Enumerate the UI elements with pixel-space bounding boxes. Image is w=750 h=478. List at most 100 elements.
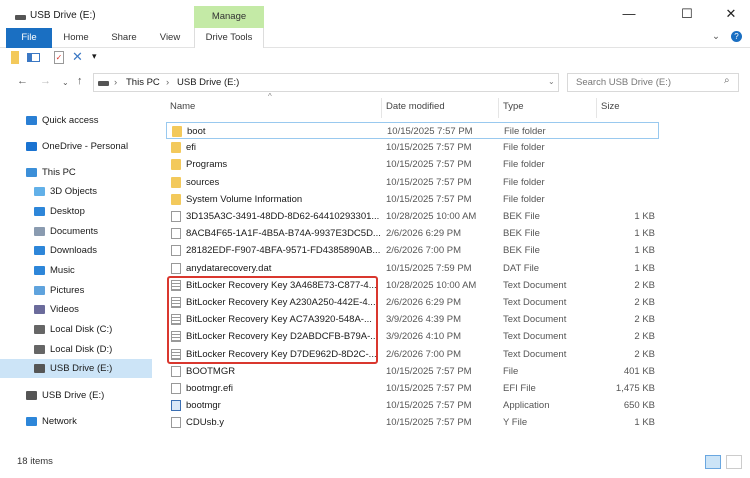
up-button[interactable]: ↑ bbox=[77, 75, 83, 87]
minimize-button[interactable]: — bbox=[614, 6, 644, 21]
file-row[interactable]: anydatarecovery.dat 10/15/2025 7:59 PM DAT… bbox=[166, 260, 659, 277]
file-name: 28182EDF-F907-4BFA-9571-FD4385890AB... bbox=[186, 245, 381, 257]
help-icon[interactable]: ? bbox=[731, 31, 742, 42]
sidebar-item-label: USB Drive (E:) bbox=[42, 390, 105, 401]
status-item-count: 18 items bbox=[17, 456, 53, 467]
sidebar-item[interactable]: Quick access bbox=[0, 111, 152, 130]
file-date: 10/15/2025 7:57 PM bbox=[386, 365, 472, 377]
sidebar-item[interactable]: Local Disk (D:) bbox=[0, 340, 152, 359]
file-size: 2 KB bbox=[634, 297, 655, 308]
tab-share[interactable]: Share bbox=[104, 28, 144, 48]
file-size: 1 KB bbox=[634, 245, 655, 257]
column-header-name[interactable]: Name bbox=[170, 101, 195, 112]
address-bar[interactable] bbox=[93, 73, 559, 92]
sidebar-item-label: Downloads bbox=[50, 245, 97, 256]
desktop-icon bbox=[34, 207, 45, 216]
column-divider[interactable] bbox=[596, 98, 597, 118]
large-icons-view-button[interactable] bbox=[726, 455, 742, 469]
file-date: 10/15/2025 7:57 PM bbox=[386, 176, 472, 188]
file-row[interactable]: bootmgr.efi 10/15/2025 7:57 PM EFI File 1,4… bbox=[166, 380, 659, 397]
file-icon bbox=[171, 365, 181, 377]
file-icon bbox=[171, 245, 181, 257]
file-size: 650 KB bbox=[623, 400, 655, 412]
sidebar-item[interactable]: Pictures bbox=[0, 281, 152, 300]
sidebar-item[interactable]: Local Disk (C:) bbox=[0, 320, 152, 339]
file-row[interactable]: sources 10/15/2025 7:57 PM File folder bbox=[166, 174, 659, 191]
sidebar-item[interactable]: Network bbox=[0, 412, 152, 431]
sidebar-item[interactable]: 3D Objects bbox=[0, 182, 152, 201]
tab-home[interactable]: Home bbox=[56, 28, 96, 48]
file-row[interactable]: boot 10/15/2025 7:57 PM File folder bbox=[166, 122, 659, 139]
sidebar-item-label: Desktop bbox=[50, 206, 85, 217]
file-date: 10/15/2025 7:57 PM bbox=[386, 159, 472, 171]
file-type: DAT File bbox=[503, 262, 540, 274]
sidebar-item[interactable]: Documents bbox=[0, 222, 152, 241]
file-row[interactable]: bootmgr 10/15/2025 7:57 PM Application 650 … bbox=[166, 397, 659, 414]
sidebar-item[interactable]: USB Drive (E:) bbox=[0, 386, 152, 405]
file-row[interactable]: BOOTMGR 10/15/2025 7:57 PM File 401 KB bbox=[166, 363, 659, 380]
tab-drive-tools[interactable]: Drive Tools bbox=[194, 28, 264, 48]
file-date: 2/6/2026 7:00 PM bbox=[386, 348, 461, 360]
file-date: 10/15/2025 7:57 PM bbox=[386, 383, 472, 394]
folder-icon bbox=[171, 176, 181, 188]
recent-locations-icon[interactable]: ⌄ bbox=[62, 78, 69, 87]
back-button[interactable]: ← bbox=[17, 75, 28, 87]
checklist-icon[interactable]: ✓ bbox=[54, 51, 64, 64]
tab-file[interactable]: File bbox=[6, 28, 52, 48]
file-date: 10/15/2025 7:57 PM bbox=[386, 142, 472, 154]
file-type: BEK File bbox=[503, 245, 540, 257]
customize-qat-icon[interactable]: ▾ bbox=[92, 51, 97, 62]
sidebar-item[interactable]: This PC bbox=[0, 163, 152, 182]
column-header-size[interactable]: Size bbox=[601, 101, 619, 112]
file-row[interactable]: 8ACB4F65-1A1F-4B5A-B74A-9937E3DC5D... 2/6… bbox=[166, 225, 659, 242]
column-header-type[interactable]: Type bbox=[503, 101, 524, 112]
file-date: 10/15/2025 7:57 PM bbox=[386, 400, 472, 412]
column-divider[interactable] bbox=[381, 98, 382, 118]
network-icon bbox=[26, 417, 37, 426]
sidebar-item-label: Quick access bbox=[42, 115, 99, 126]
folder-icon bbox=[172, 126, 182, 137]
sidebar-item[interactable]: Desktop bbox=[0, 202, 152, 221]
file-row[interactable]: System Volume Information 10/15/2025 7:57… bbox=[166, 191, 659, 208]
search-input[interactable]: Search USB Drive (E:) bbox=[567, 73, 739, 92]
file-date: 10/28/2025 10:00 AM bbox=[386, 279, 477, 291]
file-type: File folder bbox=[503, 159, 545, 171]
new-folder-icon[interactable] bbox=[11, 51, 19, 64]
search-icon: ⌕ bbox=[724, 75, 730, 86]
properties-icon[interactable] bbox=[27, 53, 40, 62]
file-type: Text Document bbox=[503, 348, 567, 360]
forward-button[interactable]: → bbox=[40, 75, 51, 87]
drive-icon bbox=[98, 81, 109, 86]
sidebar-item[interactable]: Videos bbox=[0, 300, 152, 319]
file-size: 2 KB bbox=[634, 314, 655, 326]
expand-ribbon-icon[interactable]: ⌄ bbox=[712, 31, 720, 42]
sidebar-item[interactable]: USB Drive (E:) bbox=[0, 359, 152, 378]
close-button[interactable]: ✕ bbox=[716, 6, 746, 22]
file-size: 1,475 KB bbox=[615, 383, 655, 394]
file-date: 3/9/2026 4:10 PM bbox=[386, 331, 461, 343]
file-name: anydatarecovery.dat bbox=[186, 262, 272, 274]
tab-view[interactable]: View bbox=[150, 28, 190, 48]
folder-icon bbox=[171, 159, 181, 171]
sidebar-item[interactable]: OneDrive - Personal bbox=[0, 137, 152, 156]
sidebar-item[interactable]: Downloads bbox=[0, 241, 152, 260]
sidebar-item[interactable]: Music bbox=[0, 261, 152, 280]
file-name: 3D135A3C-3491-48DD-8D62-64410293301... bbox=[186, 211, 380, 222]
file-row[interactable]: 3D135A3C-3491-48DD-8D62-64410293301... 10… bbox=[166, 208, 659, 225]
address-dropdown-icon[interactable]: ⌄ bbox=[548, 77, 555, 86]
breadcrumb-usb-drive[interactable]: USB Drive (E:) bbox=[177, 77, 239, 88]
file-size: 1 KB bbox=[634, 417, 655, 429]
breadcrumb-this-pc[interactable]: This PC bbox=[126, 77, 160, 88]
file-row[interactable]: Programs 10/15/2025 7:57 PM File folder bbox=[166, 156, 659, 173]
file-row[interactable]: CDUsb.y 10/15/2025 7:57 PM Y File 1 KB bbox=[166, 414, 659, 431]
details-view-button[interactable] bbox=[705, 455, 721, 469]
maximize-button[interactable]: ☐ bbox=[672, 6, 702, 22]
delete-icon[interactable]: ✕ bbox=[72, 49, 83, 65]
file-row[interactable]: efi 10/15/2025 7:57 PM File folder bbox=[166, 139, 659, 156]
file-date: 2/6/2026 6:29 PM bbox=[386, 228, 461, 240]
column-header-date[interactable]: Date modified bbox=[386, 101, 445, 112]
file-date: 10/15/2025 7:59 PM bbox=[386, 262, 472, 274]
column-divider[interactable] bbox=[498, 98, 499, 118]
file-type: File folder bbox=[503, 193, 545, 205]
file-row[interactable]: 28182EDF-F907-4BFA-9571-FD4385890AB... 2/… bbox=[166, 242, 659, 259]
